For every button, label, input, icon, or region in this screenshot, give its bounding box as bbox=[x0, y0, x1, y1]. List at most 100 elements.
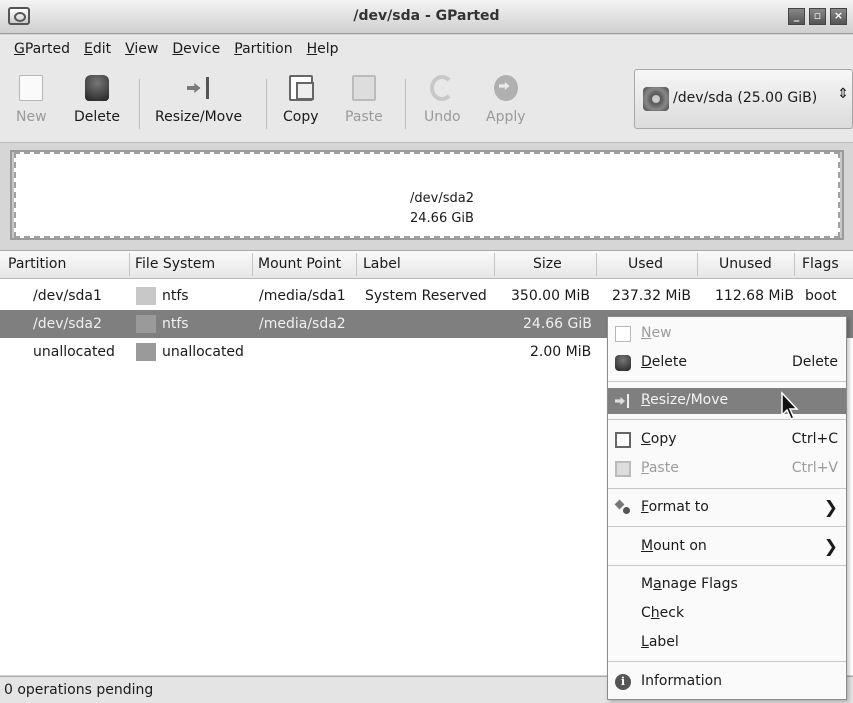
menu-mnemonic: V bbox=[125, 41, 135, 57]
close-button[interactable]: × bbox=[830, 8, 847, 25]
shortcut-label: Delete bbox=[792, 354, 838, 370]
column-header[interactable]: Mount Point bbox=[258, 256, 341, 272]
label-mnemonic: M bbox=[641, 538, 654, 554]
menu-item-label: Manage Flags bbox=[641, 576, 738, 592]
menu-partition[interactable]: Partition bbox=[228, 35, 298, 65]
maximize-button[interactable]: ▫ bbox=[809, 8, 826, 25]
column-divider[interactable] bbox=[697, 253, 698, 276]
column-divider[interactable] bbox=[129, 253, 130, 276]
table-row[interactable]: /dev/sda1 ntfs /media/sda1 System Reserv… bbox=[0, 282, 853, 310]
filesystem-color-swatch bbox=[136, 287, 156, 305]
menu-mnemonic: D bbox=[172, 41, 184, 57]
undo-button[interactable]: Undo bbox=[424, 75, 461, 125]
filesystem-cell: ntfs bbox=[162, 288, 189, 304]
toolbar-separator bbox=[266, 79, 267, 129]
column-divider[interactable] bbox=[794, 253, 795, 276]
menu-mnemonic: H bbox=[306, 41, 318, 57]
trash-icon bbox=[85, 75, 109, 101]
column-divider[interactable] bbox=[494, 253, 495, 276]
partition-graphic: /dev/sda2 24.66 GiB bbox=[0, 144, 853, 244]
resize-move-label: Resize/Move bbox=[155, 109, 243, 125]
label-mnemonic: a bbox=[653, 576, 662, 592]
filesystem-color-swatch bbox=[136, 315, 156, 333]
title-bar[interactable]: /dev/sda - GParted _ ▫ × bbox=[0, 0, 853, 34]
menu-item-mount-on[interactable]: Mount on ❯ bbox=[608, 534, 846, 560]
size-cell: 2.00 MiB bbox=[530, 344, 592, 360]
menu-separator bbox=[608, 381, 846, 382]
column-header[interactable]: Used bbox=[628, 256, 663, 272]
menu-item-label: Copy bbox=[641, 431, 677, 447]
menu-item-label: Paste bbox=[641, 460, 679, 476]
label-part: ew bbox=[651, 325, 672, 341]
copy-button[interactable]: Copy bbox=[283, 75, 319, 125]
column-divider[interactable] bbox=[596, 253, 597, 276]
label-mnemonic: N bbox=[641, 325, 652, 341]
apply-icon bbox=[493, 75, 518, 101]
label-part: eck bbox=[659, 605, 685, 621]
column-header[interactable]: Partition bbox=[8, 256, 66, 272]
column-header[interactable]: File System bbox=[135, 256, 215, 272]
menu-gparted[interactable]: GParted bbox=[8, 35, 76, 65]
menu-mnemonic: P bbox=[234, 41, 243, 57]
resize-move-button[interactable]: Resize/Move bbox=[155, 75, 242, 125]
menu-mnemonic: E bbox=[84, 41, 93, 57]
shortcut-label: Ctrl+V bbox=[791, 460, 838, 476]
minimize-button[interactable]: _ bbox=[788, 8, 805, 25]
info-icon: i bbox=[615, 674, 631, 690]
menu-separator bbox=[608, 488, 846, 489]
paste-label: Paste bbox=[345, 109, 383, 125]
partition-graphic-size: 24.66 GiB bbox=[410, 211, 474, 226]
menu-item-information[interactable]: i Information bbox=[608, 669, 846, 695]
menu-view[interactable]: View bbox=[119, 35, 164, 65]
toolbar-separator bbox=[139, 79, 140, 129]
menu-edit[interactable]: Edit bbox=[78, 35, 117, 65]
menu-item-resize-move[interactable]: Resize/Move bbox=[608, 388, 846, 414]
resize-move-icon bbox=[615, 393, 631, 409]
partition-block-sda2[interactable]: /dev/sda2 24.66 GiB bbox=[14, 152, 840, 238]
label-part: elete bbox=[651, 354, 687, 370]
undo-icon bbox=[430, 75, 455, 101]
menu-item-check[interactable]: Check bbox=[608, 601, 846, 627]
delete-button[interactable]: Delete bbox=[74, 75, 120, 125]
column-header[interactable]: Size bbox=[533, 256, 562, 272]
menu-item-format-to[interactable]: Format to ❯ bbox=[608, 495, 846, 521]
column-header[interactable]: Unused bbox=[719, 256, 772, 272]
menu-item-delete[interactable]: Delete Delete bbox=[608, 350, 846, 376]
menu-help[interactable]: Help bbox=[301, 35, 345, 65]
label-part: esize/Move bbox=[650, 392, 729, 408]
menu-separator bbox=[608, 526, 846, 527]
menu-item-label[interactable]: Label bbox=[608, 630, 846, 656]
menu-item-copy[interactable]: Copy Ctrl+C bbox=[608, 427, 846, 453]
menu-label-rest: dit bbox=[92, 41, 112, 57]
apply-button[interactable]: Apply bbox=[486, 75, 526, 125]
column-header[interactable]: Flags bbox=[802, 256, 839, 272]
mouse-pointer-icon bbox=[781, 391, 799, 420]
shortcut-label: Ctrl+C bbox=[791, 431, 838, 447]
label-part: aste bbox=[648, 460, 679, 476]
menu-item-label: Resize/Move bbox=[641, 392, 728, 408]
column-divider[interactable] bbox=[356, 253, 357, 276]
menu-item-label: Check bbox=[641, 605, 684, 621]
menu-item-manage-flags[interactable]: Manage Flags bbox=[608, 572, 846, 598]
resize-move-icon bbox=[187, 75, 211, 101]
new-button[interactable]: New bbox=[16, 75, 47, 125]
menu-item-new[interactable]: New bbox=[608, 321, 846, 347]
menu-device[interactable]: Device bbox=[166, 35, 226, 65]
unused-cell: 112.68 MiB bbox=[715, 288, 795, 304]
paste-button[interactable]: Paste bbox=[345, 75, 383, 125]
label-mnemonic: R bbox=[641, 392, 651, 408]
delete-label: Delete bbox=[74, 109, 120, 125]
menu-item-label: Information bbox=[641, 673, 723, 689]
filesystem-cell: ntfs bbox=[162, 316, 189, 332]
partition-graphic-label: /dev/sda2 24.66 GiB bbox=[410, 189, 474, 229]
device-selector[interactable]: /dev/sda (25.00 GiB) ⇕ bbox=[634, 69, 853, 129]
copy-icon bbox=[615, 432, 631, 448]
menu-item-paste[interactable]: Paste Ctrl+V bbox=[608, 456, 846, 482]
filesystem-cell: unallocated bbox=[162, 344, 244, 360]
partition-cell: unallocated bbox=[33, 344, 115, 360]
menu-item-label: Label bbox=[641, 634, 679, 650]
column-header[interactable]: Label bbox=[363, 256, 401, 272]
column-divider[interactable] bbox=[252, 253, 253, 276]
label-mnemonic: h bbox=[650, 605, 660, 621]
menu-item-label: New bbox=[641, 325, 672, 341]
